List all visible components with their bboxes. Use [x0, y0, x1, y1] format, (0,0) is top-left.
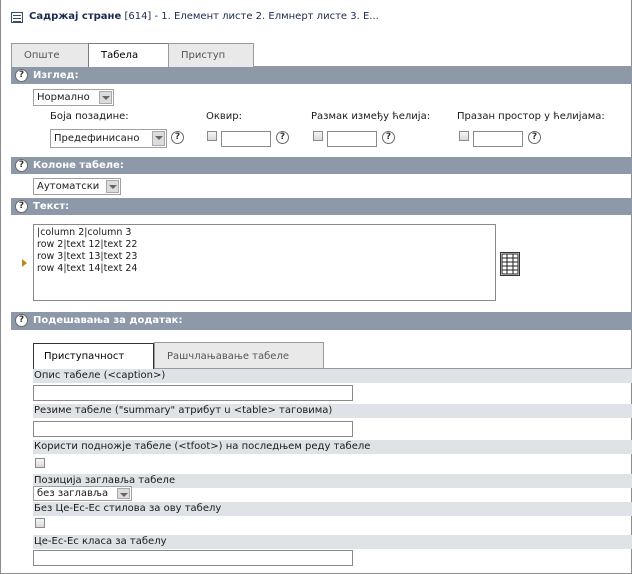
subtab-accessibility[interactable]: Приступачност	[33, 343, 154, 369]
header-position-select[interactable]: без заглавља	[33, 486, 132, 501]
cellpadding-input[interactable]	[473, 131, 523, 147]
cellspacing-checkbox[interactable]	[313, 131, 323, 141]
bg-color-select-value: Предефинисано	[54, 133, 140, 144]
css-class-label: Це-Ес-Ес класа за табелу	[33, 535, 632, 549]
tfoot-checkbox[interactable]	[35, 458, 45, 468]
section-columns-title: Колоне табеле:	[33, 160, 124, 171]
chevron-down-icon	[117, 488, 130, 499]
table-text-area[interactable]: |column 2|column 3 row 2|text 12|text 22…	[33, 224, 496, 301]
section-text: ? Текст:	[11, 198, 632, 215]
cellspacing-input[interactable]	[327, 131, 377, 147]
caption-input[interactable]	[33, 385, 353, 401]
header-position-select-value: без заглавља	[37, 488, 109, 499]
section-appearance: ? Изглед:	[11, 67, 632, 84]
css-class-input[interactable]	[33, 550, 353, 566]
cellpadding-checkbox[interactable]	[459, 131, 469, 141]
record-summary: [614] - 1. Елемент листе 2. Елмнерт лист…	[121, 11, 379, 22]
tab-table[interactable]: Табела	[88, 43, 169, 68]
chevron-down-icon	[152, 131, 165, 146]
tab-general[interactable]: Опште	[11, 43, 89, 67]
chevron-down-icon	[99, 91, 112, 104]
help-icon[interactable]: ?	[15, 69, 28, 82]
cellpadding-label: Празан простор у ћелијама:	[457, 111, 605, 122]
section-columns: ? Колоне табеле:	[11, 157, 632, 174]
tab-general-label: Опште	[24, 50, 60, 61]
border-input[interactable]	[221, 131, 271, 147]
subtab-accessibility-label: Приступачност	[44, 351, 125, 362]
summary-label: Резиме табеле ("summary" атрибут u <tabl…	[33, 404, 632, 418]
tab-table-label: Табела	[101, 50, 139, 61]
caption-label: Опис табеле (<caption>)	[33, 369, 632, 383]
help-icon[interactable]: ?	[382, 131, 395, 144]
tab-access[interactable]: Приступ	[168, 43, 254, 67]
no-css-label: Без Це-Ес-Ес стилова за ову табелу	[33, 502, 632, 516]
tab-access-label: Приступ	[181, 50, 226, 61]
record-type-label: Садржај стране	[29, 11, 122, 22]
no-css-checkbox[interactable]	[35, 518, 45, 528]
help-icon[interactable]: ?	[15, 200, 28, 213]
section-text-title: Текст:	[33, 201, 70, 212]
subtab-table-parsing[interactable]: Рашчлањавање табеле	[154, 342, 324, 368]
help-icon[interactable]: ?	[171, 131, 184, 144]
section-plugin-title: Подешавања за додатак:	[33, 315, 183, 326]
help-icon[interactable]: ?	[528, 131, 541, 144]
section-appearance-title: Изглед:	[33, 70, 79, 81]
tfoot-label: Користи подножје табеле (<tfoot>) на пос…	[33, 440, 632, 454]
help-icon[interactable]: ?	[15, 159, 28, 172]
layout-select-value: Нормално	[37, 92, 90, 103]
border-checkbox[interactable]	[207, 131, 217, 141]
summary-input[interactable]	[33, 421, 353, 437]
help-icon[interactable]: ?	[15, 314, 28, 327]
layout-select[interactable]: Нормално	[33, 89, 114, 106]
section-plugin-options: ? Подешавања за додатак:	[11, 312, 632, 330]
cellspacing-label: Размак између ћелија:	[311, 111, 431, 122]
table-icon	[11, 12, 23, 23]
columns-select[interactable]: Аутоматски	[33, 178, 121, 195]
columns-select-value: Аутоматски	[37, 181, 100, 192]
bg-color-label: Боја позадине:	[50, 111, 129, 122]
table-wizard-icon[interactable]	[500, 252, 520, 276]
help-icon[interactable]: ?	[276, 131, 289, 144]
required-marker-icon	[22, 259, 27, 267]
record-title: Садржај стране [614] - 1. Елемент листе …	[29, 11, 379, 22]
subtab-table-parsing-label: Рашчлањавање табеле	[167, 351, 290, 362]
border-label: Оквир:	[206, 111, 243, 122]
chevron-down-icon	[106, 180, 119, 193]
bg-color-select[interactable]: Предефинисано	[50, 129, 167, 148]
